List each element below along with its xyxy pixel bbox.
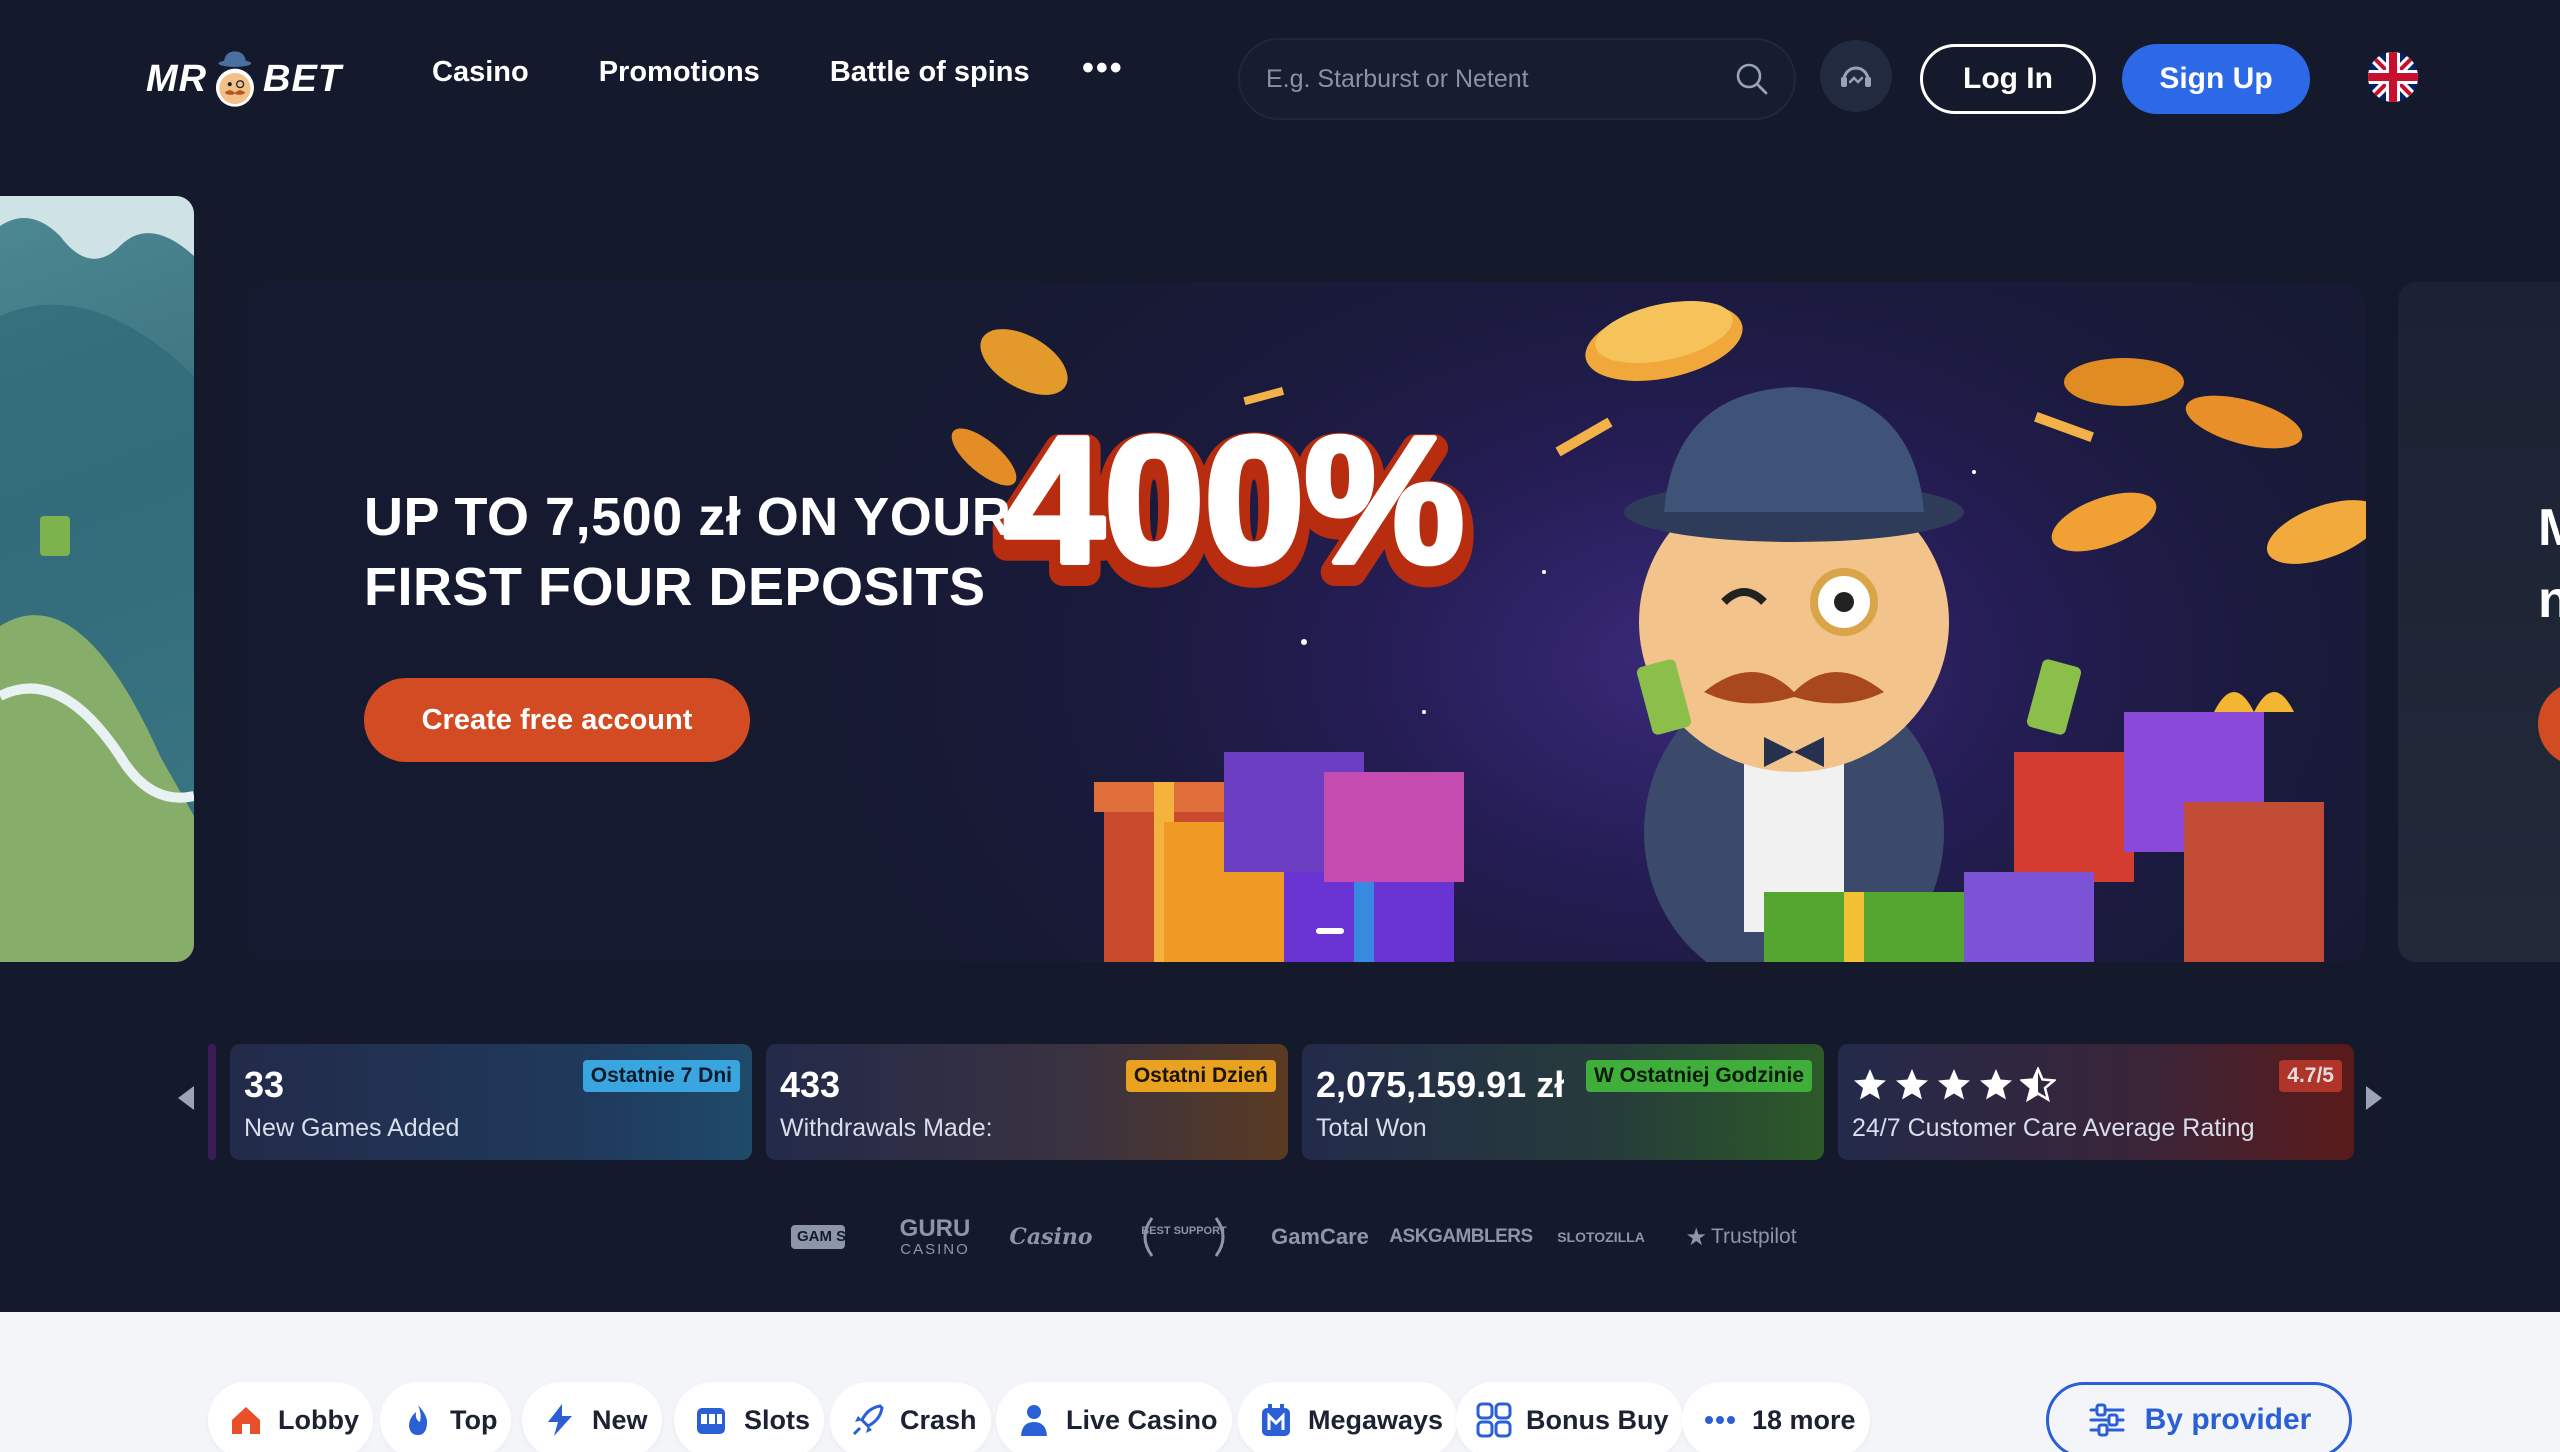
category-new[interactable]: New (522, 1382, 662, 1452)
stat-badge: Ostatni Dzień (1125, 1060, 1276, 1092)
more-dots-icon (1698, 1398, 1742, 1442)
by-provider-button[interactable]: By provider (2046, 1382, 2352, 1452)
star-icon (2020, 1067, 2056, 1103)
stars-row (1852, 1067, 2056, 1103)
hero-title-line2: FIRST FOUR DEPOSITS (364, 557, 986, 617)
support-button[interactable] (1820, 40, 1892, 112)
category-label: New (592, 1404, 648, 1435)
logo-text-left: MR (146, 57, 208, 100)
category-live-casino[interactable]: Live Casino (996, 1382, 1232, 1452)
hero-title-line1: UP TO 7,500 zł ON YOUR (364, 487, 1012, 547)
flame-icon (396, 1398, 440, 1442)
main-nav: Casino Promotions Battle of spins (432, 56, 1100, 89)
next-slide-text-line1: M (2538, 499, 2560, 557)
create-account-button[interactable]: Create free account (364, 678, 750, 762)
logo-text-right: BET (263, 57, 342, 100)
stat-card-total-won: 2,075,159.91 zł Total Won W Ostatniej Go… (1302, 1044, 1824, 1160)
trust-logos-row: GAM STOP GURU CASINO Casino BEST SUPPORT… (0, 1206, 2560, 1268)
search-input[interactable] (1266, 64, 1734, 94)
category-label: Top (450, 1404, 498, 1435)
bonus-grid-icon (1472, 1398, 1516, 1442)
hero-title: UP TO 7,500 zł ON YOUR FIRST FOUR DEPOSI… (364, 482, 1011, 622)
category-megaways[interactable]: Megaways (1238, 1382, 1458, 1452)
svg-text:400%: 400% (1004, 400, 1464, 601)
stat-badge: W Ostatniej Godzinie (1585, 1060, 1812, 1092)
signup-button[interactable]: Sign Up (2122, 44, 2310, 114)
next-slide-text: M n (2538, 492, 2560, 636)
casino-logo: Casino (1009, 1224, 1093, 1250)
category-section: Lobby Top New Slots Crash Live Casino Me… (0, 1312, 2560, 1452)
search-icon[interactable] (1734, 61, 1770, 97)
stat-badge: 4.7/5 (2279, 1060, 2342, 1092)
category-label: Lobby (278, 1404, 359, 1435)
stats-prev-arrow[interactable] (178, 1086, 194, 1110)
uk-flag-icon[interactable] (2368, 52, 2418, 102)
headset-icon (1841, 66, 1871, 87)
category-label: Megaways (1308, 1404, 1444, 1435)
trustpilot-star-icon: ★ (1685, 1223, 1707, 1251)
askgamblers-logo: ASKGAMBLERS (1389, 1226, 1533, 1247)
gamcare-logo: GamCare (1271, 1224, 1369, 1249)
guru-casino-logo: GURU CASINO (899, 1214, 971, 1258)
filter-sliders-icon (2089, 1403, 2125, 1437)
star-icon (1896, 1069, 1928, 1100)
nav-promotions[interactable]: Promotions (599, 56, 760, 89)
hero-banner: 400% 400% UP TO 7,500 zł ON YOUR FIRST F… (244, 282, 2366, 962)
star-icon (1980, 1069, 2012, 1100)
nav-more-button[interactable]: ••• (1082, 51, 1124, 85)
category-label: Bonus Buy (1526, 1404, 1669, 1435)
next-slide-text-line2: n (2538, 571, 2560, 629)
stat-label: Withdrawals Made: (780, 1114, 993, 1142)
category-crash[interactable]: Crash (830, 1382, 991, 1452)
trustpilot-logo: ★ Trustpilot (1685, 1223, 1797, 1251)
category-lobby[interactable]: Lobby (208, 1382, 373, 1452)
svg-text:BEST SUPPORT: BEST SUPPORT (1141, 1225, 1227, 1237)
person-icon (1012, 1398, 1056, 1442)
slotozilla-logo: SLOTOZILLA (1557, 1229, 1645, 1245)
star-icon (1938, 1069, 1970, 1100)
rocket-icon (846, 1398, 890, 1442)
stat-card-withdrawals: 433 Withdrawals Made: Ostatni Dzień (766, 1044, 1288, 1160)
category-top[interactable]: Top (380, 1382, 512, 1452)
stat-card-new-games: 33 New Games Added Ostatnie 7 Dni (230, 1044, 752, 1160)
category-more[interactable]: 18 more (1682, 1382, 1870, 1452)
previous-slide-preview[interactable] (0, 196, 194, 962)
stat-label: 24/7 Customer Care Average Rating (1852, 1114, 2255, 1142)
stats-edge-decoration (208, 1044, 216, 1160)
wave-illustration (0, 196, 194, 962)
carousel-indicator[interactable] (1316, 928, 1344, 934)
next-slide-preview[interactable]: M n (2398, 282, 2560, 962)
hero-illustration: 400% 400% (951, 300, 2366, 962)
next-slide-button (2538, 682, 2560, 766)
category-slots[interactable]: Slots (674, 1382, 825, 1452)
mr-bet-mascot-icon (216, 51, 255, 107)
nav-battle-of-spins[interactable]: Battle of spins (830, 56, 1030, 89)
login-button[interactable]: Log In (1920, 44, 2096, 114)
category-bonus-buy[interactable]: Bonus Buy (1456, 1382, 1683, 1452)
category-label: Crash (900, 1404, 977, 1435)
megaways-icon (1254, 1398, 1298, 1442)
stat-badge: Ostatnie 7 Dni (582, 1060, 740, 1092)
gamstop-logo: GAM STOP (790, 1206, 877, 1268)
category-label: Live Casino (1066, 1404, 1218, 1435)
lightning-icon (538, 1398, 582, 1442)
stat-card-rating: 24/7 Customer Care Average Rating 4.7/5 (1838, 1044, 2354, 1160)
stat-label: Total Won (1316, 1114, 1427, 1142)
header: MR BET Casino Promotions Battle of spins… (0, 0, 2560, 156)
by-provider-label: By provider (2144, 1403, 2312, 1436)
star-icon (1854, 1069, 1886, 1100)
category-label: 18 more (1752, 1404, 1856, 1435)
mr-bet-logo[interactable]: MR BET (146, 40, 342, 118)
search-bar (1238, 38, 1796, 120)
slot-machine-icon (690, 1398, 734, 1442)
best-support-award-logo: BEST SUPPORT (1132, 1206, 1236, 1268)
nav-casino[interactable]: Casino (432, 56, 529, 89)
stat-label: New Games Added (244, 1114, 460, 1142)
stats-next-arrow[interactable] (2366, 1086, 2382, 1110)
category-label: Slots (744, 1404, 811, 1435)
home-icon (224, 1398, 268, 1442)
